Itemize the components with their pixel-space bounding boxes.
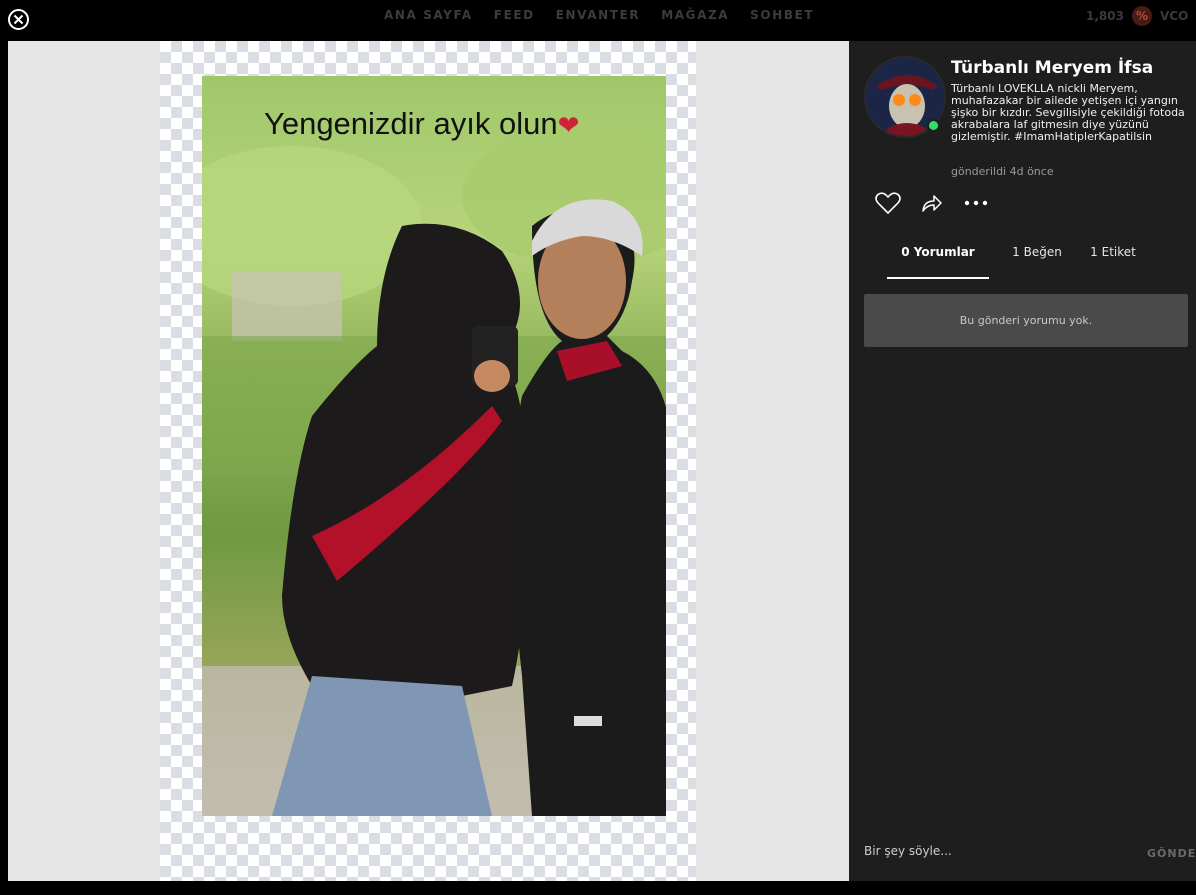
- coin-icon: %: [1131, 6, 1152, 26]
- tab-tags[interactable]: 1 Etiket: [1085, 240, 1141, 280]
- post-timestamp: gönderildi 4d önce: [951, 165, 1054, 178]
- nav-inventory[interactable]: ENVANTER: [556, 8, 640, 24]
- image-viewer: Yengenizdir ayık olun❤: [8, 41, 849, 881]
- wallet[interactable]: 1,803 % VCO: [1086, 6, 1188, 26]
- nav-home[interactable]: ANA SAYFA: [384, 8, 473, 24]
- nav-store[interactable]: MAĞAZA: [661, 8, 729, 24]
- post-description: Türbanlı LOVEKLLA nickli Meryem, muhafaz…: [951, 82, 1185, 143]
- post-photo: Yengenizdir ayık olun❤: [202, 76, 666, 816]
- active-tab-indicator: [887, 277, 989, 279]
- post-sidebar: Türbanlı Meryem İfsa Türbanlı LOVEKLLA n…: [849, 41, 1196, 881]
- tab-likes[interactable]: 1 Beğen: [989, 240, 1085, 280]
- share-icon[interactable]: [921, 193, 943, 213]
- transparent-canvas: Yengenizdir ayık olun❤: [160, 41, 696, 881]
- send-button[interactable]: GÖNDER: [1147, 847, 1196, 863]
- top-nav-bar: ANA SAYFA FEED ENVANTER MAĞAZA SOHBET 1,…: [0, 0, 1196, 34]
- close-icon[interactable]: [8, 9, 29, 30]
- photo-caption: Yengenizdir ayık olun❤: [264, 106, 580, 141]
- comment-input[interactable]: [864, 841, 1124, 861]
- photo-scene: [202, 126, 666, 816]
- post-actions: [875, 191, 989, 215]
- nav-chat[interactable]: SOHBET: [750, 8, 814, 24]
- currency-label: VCO: [1159, 9, 1189, 23]
- main-nav: ANA SAYFA FEED ENVANTER MAĞAZA SOHBET: [384, 8, 814, 24]
- no-comments-notice: Bu gönderi yorumu yok.: [864, 294, 1188, 347]
- more-options-icon[interactable]: [963, 199, 989, 207]
- heart-emoji: ❤: [557, 110, 580, 140]
- nav-feed[interactable]: FEED: [494, 8, 535, 24]
- post-tabs: 0 Yorumlar 1 Beğen 1 Etiket: [887, 240, 1157, 280]
- tab-comments[interactable]: 0 Yorumlar: [887, 240, 989, 280]
- post-title: Türbanlı Meryem İfsa: [951, 58, 1154, 78]
- coin-count: 1,803: [1086, 9, 1124, 23]
- online-status-dot: [927, 119, 940, 132]
- like-heart-icon[interactable]: [875, 191, 901, 215]
